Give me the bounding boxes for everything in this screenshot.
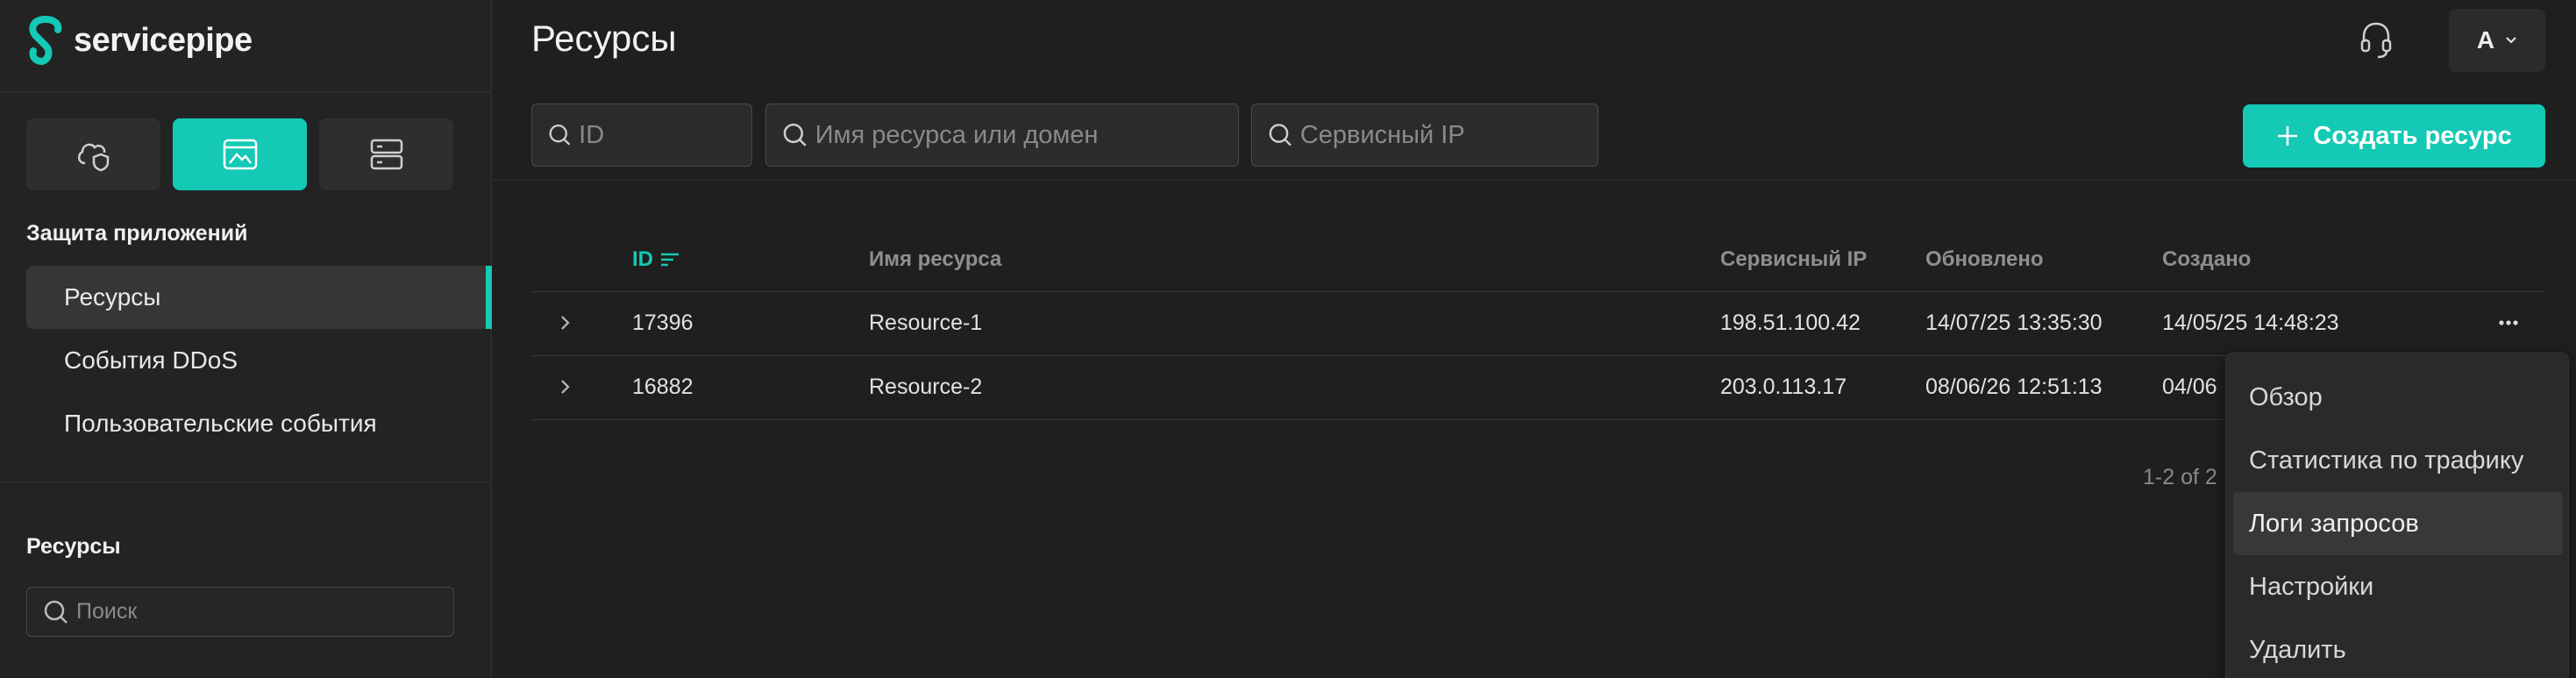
sidebar-section-title: Защита приложений (26, 221, 248, 246)
support-button[interactable] (2359, 19, 2394, 61)
sidebar: servicepipe Защита приложений Ресурсы Со… (0, 0, 492, 678)
sidebar-item-label: События DDoS (64, 346, 238, 374)
sidebar-item-resources[interactable]: Ресурсы (26, 266, 492, 329)
sidebar-item-custom-events[interactable]: Пользовательские события (26, 392, 492, 455)
cell-ip: 203.0.113.17 (1720, 375, 1847, 399)
name-filter-input[interactable] (815, 120, 1238, 150)
mode-network-protection-button[interactable] (26, 118, 160, 190)
cloud-shield-icon (77, 143, 109, 172)
cell-name: Resource-2 (869, 375, 983, 399)
cell-id: 17396 (632, 310, 694, 335)
id-filter-input[interactable] (579, 120, 751, 150)
create-resource-label: Создать ресурс (2313, 121, 2512, 150)
sidebar-item-label: Пользовательские события (64, 410, 377, 437)
column-header-name[interactable]: Имя ресурса (869, 247, 1001, 272)
account-menu-button[interactable]: A (2449, 9, 2545, 72)
column-header-ip[interactable]: Сервисный IP (1720, 247, 1867, 272)
sidebar-resources-title: Ресурсы (26, 534, 121, 559)
mode-app-protection-button[interactable] (173, 118, 307, 190)
cell-created: 04/06 (2162, 375, 2217, 399)
create-resource-button[interactable]: Создать ресурс (2243, 104, 2545, 168)
account-initial: A (2476, 26, 2495, 54)
chevron-down-icon (2506, 37, 2516, 44)
cell-updated: 08/06/26 12:51:13 (1925, 375, 2103, 399)
plus-icon (2278, 126, 2298, 146)
ip-filter-input[interactable] (1299, 120, 1598, 150)
id-filter[interactable] (531, 103, 752, 167)
name-filter[interactable] (765, 103, 1239, 167)
server-icon (370, 139, 402, 170)
search-icon (1269, 124, 1292, 146)
column-header-updated[interactable]: Обновлено (1925, 247, 2044, 272)
cell-name: Resource-1 (869, 310, 983, 335)
sidebar-search[interactable] (26, 587, 454, 637)
cell-created: 14/05/25 14:48:23 (2162, 310, 2339, 335)
table-row-divider (531, 291, 2544, 292)
servicepipe-logo-icon (29, 16, 62, 65)
app-window-icon (223, 139, 257, 170)
chevron-right-icon[interactable] (555, 313, 574, 332)
sidebar-item-ddos-events[interactable]: События DDoS (26, 329, 492, 392)
row-actions-menu: Обзор Статистика по трафику Логи запросо… (2225, 353, 2569, 678)
pagination-info: 1-2 of 2 (2143, 465, 2217, 489)
brand-name: servicepipe (74, 21, 253, 59)
search-icon (549, 125, 571, 146)
menu-item-delete[interactable]: Удалить (2233, 618, 2563, 678)
mode-servers-button[interactable] (319, 118, 453, 190)
menu-item-traffic-stats[interactable]: Статистика по трафику (2233, 429, 2563, 492)
menu-item-settings[interactable]: Настройки (2233, 555, 2563, 618)
menu-item-request-logs[interactable]: Логи запросов (2233, 492, 2563, 555)
sidebar-search-input[interactable] (76, 599, 445, 624)
column-header-created[interactable]: Создано (2162, 247, 2251, 272)
chevron-right-icon[interactable] (555, 377, 574, 396)
ip-filter[interactable] (1251, 103, 1598, 167)
main-divider (493, 180, 2576, 181)
page-title: Ресурсы (531, 18, 677, 59)
search-icon (44, 600, 68, 624)
column-header-id[interactable]: ID (632, 247, 681, 272)
cell-updated: 14/07/25 13:35:30 (1925, 310, 2103, 335)
mode-switch (26, 118, 453, 190)
sidebar-divider (0, 91, 492, 92)
column-header-id-label: ID (632, 247, 653, 271)
cell-id: 16882 (632, 375, 694, 399)
search-icon (783, 123, 807, 146)
logo[interactable]: servicepipe (26, 14, 253, 67)
cell-ip: 198.51.100.42 (1720, 310, 1861, 335)
menu-item-overview[interactable]: Обзор (2233, 366, 2563, 429)
more-actions-icon[interactable] (2495, 312, 2522, 333)
headset-icon (2360, 22, 2392, 59)
sort-descending-icon (661, 253, 679, 267)
sidebar-item-label: Ресурсы (64, 283, 161, 310)
